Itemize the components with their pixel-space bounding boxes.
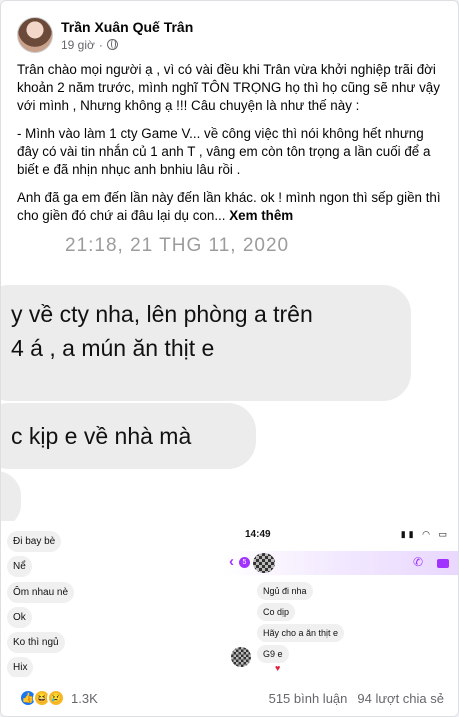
see-more-link[interactable]: Xem thêm bbox=[229, 208, 293, 223]
sad-reaction-icon: 😢 bbox=[47, 689, 65, 707]
engagement-stats: 515 bình luận 94 lượt chia sẻ bbox=[269, 691, 444, 706]
chat-message: Ko thì ngủ bbox=[7, 632, 65, 653]
back-arrow-icon: ‹ bbox=[229, 553, 234, 570]
phone-icon: ✆ bbox=[413, 555, 424, 569]
heart-icon: ♥ bbox=[275, 663, 281, 673]
contact-avatar-small bbox=[231, 647, 251, 667]
post-image-chat-collage[interactable]: Đi bay bè Nể Ôm nhau nè Ok Ko thì ngủ Hi… bbox=[1, 525, 458, 677]
author-avatar[interactable] bbox=[17, 17, 53, 53]
chat-message: Hix bbox=[7, 657, 34, 677]
chat-message: Ok bbox=[7, 607, 32, 628]
right-chat-screenshot: 14:49 ▮▮ ◠ ▭ ‹ 5 ✆ Ngủ đi nha Co dịp Hãy… bbox=[223, 525, 458, 677]
chat-timestamp: 21:18, 21 THG 11, 2020 bbox=[65, 235, 290, 256]
chat-message: Ôm nhau nè bbox=[7, 582, 75, 603]
reaction-count[interactable]: 1.3K bbox=[71, 691, 98, 706]
chat-bubble-partial bbox=[1, 471, 21, 521]
reactions-summary[interactable]: 👍 😆 😢 1.3K bbox=[19, 689, 98, 707]
left-chat-screenshot: Đi bay bè Nể Ôm nhau nè Ok Ko thì ngủ Hi… bbox=[1, 525, 221, 677]
chat-bubble: y về cty nha, lên phòng a trên 4 á , a m… bbox=[1, 285, 411, 401]
post-card: Trần Xuân Quế Trân 19 giờ · Trân chào mọ… bbox=[0, 0, 459, 717]
post-footer: 👍 😆 😢 1.3K 515 bình luận 94 lượt chia sẻ bbox=[1, 677, 458, 716]
post-header: Trần Xuân Quế Trân 19 giờ · bbox=[17, 13, 193, 57]
chat-message: Co dịp bbox=[257, 603, 296, 621]
post-image-chat-screenshot[interactable]: 21:18, 21 THG 11, 2020 y về cty nha, lên… bbox=[1, 227, 458, 521]
post-body: Trân chào mọi người ạ , vì có vài đều kh… bbox=[17, 61, 447, 235]
globe-icon bbox=[106, 39, 118, 50]
post-meta: Trần Xuân Quế Trân 19 giờ · bbox=[61, 19, 193, 52]
signal-wifi-battery-icon: ▮▮ ◠ ▭ bbox=[400, 529, 450, 539]
post-paragraph: - Mình vào làm 1 cty Game V... về công v… bbox=[17, 126, 431, 177]
post-paragraph: Anh đã ga em đến lần này đến lần khác. o… bbox=[17, 189, 447, 225]
contact-avatar bbox=[253, 553, 275, 573]
chat-bubble-line: y về cty nha, lên phòng a trên bbox=[11, 301, 313, 327]
chat-message: Nể bbox=[7, 556, 32, 577]
unread-badge: 5 bbox=[239, 557, 250, 568]
dot-separator: · bbox=[98, 37, 103, 52]
chat-message: Đi bay bè bbox=[7, 531, 62, 552]
status-time: 14:49 bbox=[245, 529, 271, 540]
post-time-row: 19 giờ · bbox=[61, 38, 193, 52]
chat-bubble-line: 4 á , a mún ăn thịt e bbox=[11, 335, 215, 361]
author-name[interactable]: Trần Xuân Quế Trân bbox=[61, 19, 193, 35]
comment-count[interactable]: 515 bình luận bbox=[269, 691, 348, 706]
chat-header-bar: ‹ 5 ✆ bbox=[223, 551, 458, 575]
chat-bubble: c kịp e về nhà mà bbox=[1, 403, 256, 469]
video-call-icon bbox=[437, 559, 449, 568]
chat-message: Hãy cho a ăn thịt e bbox=[257, 624, 345, 642]
share-count[interactable]: 94 lượt chia sẻ bbox=[357, 691, 444, 706]
post-time[interactable]: 19 giờ bbox=[61, 38, 95, 52]
post-paragraph: Trân chào mọi người ạ , vì có vài đều kh… bbox=[17, 62, 440, 113]
chat-message: G9 e bbox=[257, 645, 289, 663]
chat-message: Ngủ đi nha bbox=[257, 582, 313, 600]
